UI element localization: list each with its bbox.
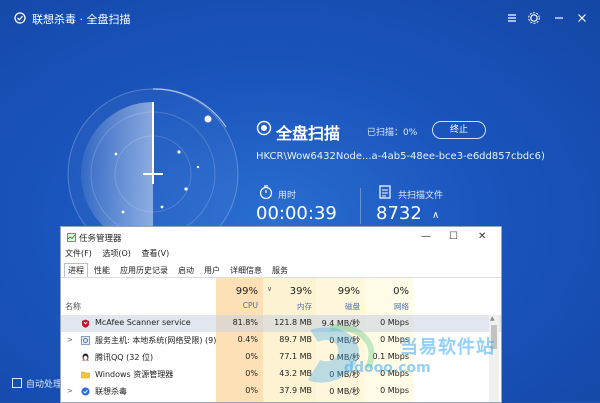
process-cpu: 0% <box>245 386 258 395</box>
process-network: 0 Mbps <box>380 386 409 395</box>
process-network: 0 Mbps <box>380 318 409 327</box>
stopwatch-icon <box>259 185 273 200</box>
tm-menubar: 文件(F) 选项(O) 查看(V) <box>65 248 177 259</box>
elapsed-time-value: 00:00:39 <box>256 203 337 224</box>
table-row[interactable]: > 联想杀毒 0% 37.9 MB 0 MB/秒 0 Mbps <box>61 383 501 400</box>
current-scan-path: HKCR\Wow6432Node...a-4ab5-48ee-bce3-e6dd… <box>256 151 545 162</box>
process-disk: 0 MB/秒 <box>329 387 360 396</box>
lenovo-av-icon <box>81 387 90 396</box>
process-memory: 77.1 MB <box>279 352 312 361</box>
memory-header-pct[interactable]: 39% <box>263 286 312 297</box>
scan-progress-label: 已扫描：0% <box>367 128 418 138</box>
stats-divider <box>360 188 361 224</box>
menu-view[interactable]: 查看(V) <box>141 249 169 258</box>
scan-title: 全盘扫描 <box>276 124 341 143</box>
watermark-text: 当易软件站 <box>400 337 495 358</box>
process-disk: 0 MB/秒 <box>329 336 360 345</box>
stop-button[interactable]: 终止 <box>432 121 486 139</box>
expand-caret-icon[interactable]: > <box>67 387 73 395</box>
process-name: McAfee Scanner service <box>95 318 191 327</box>
menu-icon[interactable] <box>505 11 519 25</box>
disk-header-pct[interactable]: 99% <box>316 286 360 297</box>
expand-caret-icon[interactable]: > <box>67 336 73 344</box>
disk-header-label[interactable]: 磁盘 <box>316 301 360 312</box>
process-memory: 37.9 MB <box>279 386 312 395</box>
cpu-header-pct[interactable]: 99% <box>216 286 258 297</box>
app-title: 联想杀毒 · 全盘扫描 <box>32 13 131 26</box>
tab-app-history[interactable]: 应用历史记录 <box>116 263 172 278</box>
menu-file[interactable]: 文件(F) <box>65 249 92 258</box>
process-name: Windows 资源管理器 <box>95 370 174 379</box>
process-name: 腾讯QQ (32 位) <box>95 353 154 362</box>
watermark-url: ddooo.com <box>344 360 431 376</box>
network-header-label[interactable]: 网络 <box>365 301 409 312</box>
process-disk: 9.4 MB/秒 <box>321 319 360 328</box>
tab-details[interactable]: 详细信息 <box>226 263 266 278</box>
titlebar: 联想杀毒 · 全盘扫描 <box>0 0 600 36</box>
process-memory: 121.8 MB <box>274 318 312 327</box>
checkbox-box[interactable] <box>12 378 22 388</box>
task-manager-window: 任务管理器 — ☐ ✕ 文件(F) 选项(O) 查看(V) 进程 性能 应用历史… <box>60 226 502 403</box>
settings-gear-icon[interactable] <box>527 11 541 25</box>
task-manager-icon <box>67 233 76 242</box>
menu-options[interactable]: 选项(O) <box>102 249 131 258</box>
network-header-pct[interactable]: 0% <box>365 286 409 297</box>
tm-titlebar: 任务管理器 — ☐ ✕ <box>61 227 501 247</box>
tm-tabs: 进程 性能 应用历史记录 启动 用户 详细信息 服务 <box>64 263 294 278</box>
tab-processes[interactable]: 进程 <box>64 263 88 278</box>
explorer-icon <box>81 371 90 379</box>
elapsed-time-label: 用时 <box>278 191 297 201</box>
document-icon <box>379 185 391 199</box>
cpu-header-label[interactable]: CPU <box>216 301 258 310</box>
tm-minimize-icon[interactable]: — <box>421 231 431 242</box>
auto-process-label: 自动处理 <box>26 380 63 390</box>
memory-header-label[interactable]: 内存 <box>263 301 312 312</box>
process-memory: 43.2 MB <box>279 369 312 378</box>
process-cpu: 81.8% <box>232 318 258 327</box>
scroll-up-arrow-icon[interactable]: ▲ <box>490 315 495 322</box>
qq-icon <box>82 353 89 361</box>
scan-status-icon <box>256 120 272 136</box>
minimize-icon[interactable] <box>552 11 566 25</box>
table-row[interactable]: Windows 资源管理器 0% 43.2 MB 0 MB/秒 0 Mbps <box>61 366 501 383</box>
mcafee-icon <box>82 319 89 328</box>
tab-startup[interactable]: 启动 <box>174 263 198 278</box>
close-icon[interactable] <box>575 11 589 25</box>
tm-close-icon[interactable]: ✕ <box>478 231 486 242</box>
table-row[interactable]: McAfee Scanner service 81.8% 121.8 MB 9.… <box>61 315 501 332</box>
process-name: 联想杀毒 <box>95 387 127 396</box>
auto-process-checkbox[interactable]: 自动处理 <box>12 377 62 390</box>
tab-users[interactable]: 用户 <box>200 263 224 278</box>
process-cpu: 0.4% <box>237 335 258 344</box>
scanned-files-count: 8732 <box>376 203 422 224</box>
process-cpu: 0% <box>245 352 258 361</box>
process-memory: 89.7 MB <box>279 335 312 344</box>
expand-caret-icon[interactable]: ∧ <box>432 210 439 221</box>
process-name: 服务主机: 本地系统(网络受限) (9) <box>95 336 217 345</box>
scanned-files-label: 共扫描文件 <box>398 191 444 201</box>
service-host-icon <box>81 336 90 345</box>
tm-title: 任务管理器 <box>79 234 122 244</box>
tab-performance[interactable]: 性能 <box>90 263 114 278</box>
tm-maximize-icon[interactable]: ☐ <box>449 231 458 242</box>
process-cpu: 0% <box>245 369 258 378</box>
lenovo-shield-logo-icon <box>14 12 26 24</box>
name-column-header[interactable]: 名称 <box>65 301 81 312</box>
tab-services[interactable]: 服务 <box>268 263 292 278</box>
